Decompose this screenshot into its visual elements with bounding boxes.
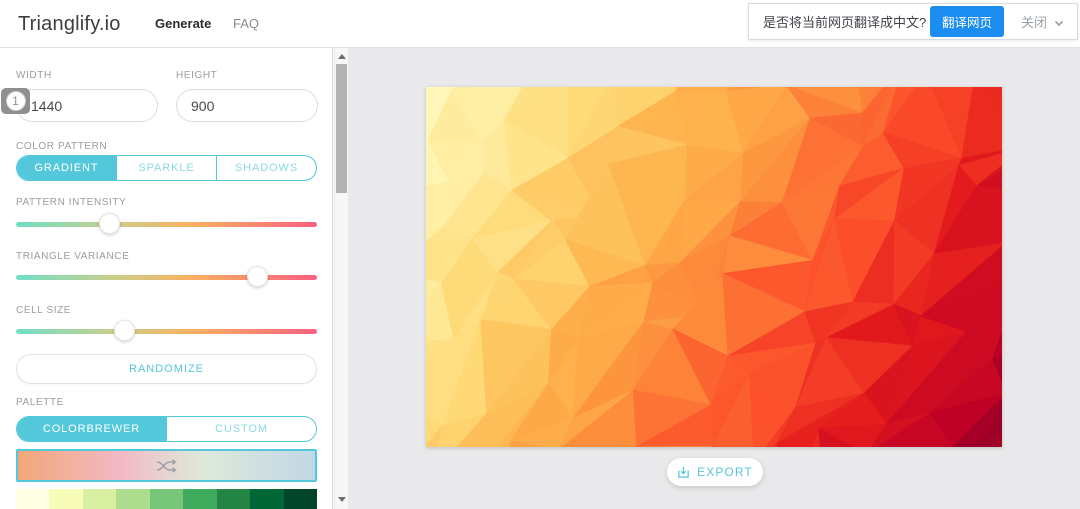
translate-close-button[interactable]: 关闭	[1021, 12, 1047, 31]
settings-sidebar: WIDTH HEIGHT COLOR PATTERN GRADIENTSPARK…	[0, 48, 333, 509]
segment-option-custom[interactable]: CUSTOM	[166, 417, 316, 441]
palette-label: PALETTE	[16, 397, 64, 408]
nav-tab-generate[interactable]: Generate	[155, 0, 211, 48]
cell-size-slider-track[interactable]	[16, 329, 317, 334]
color-pattern-label: COLOR PATTERN	[16, 141, 108, 152]
translate-message: 是否将当前网页翻译成中文?	[763, 15, 927, 30]
scroll-up-arrow-icon[interactable]	[335, 50, 348, 63]
palette-preview-bar[interactable]	[16, 449, 317, 482]
height-input[interactable]	[176, 89, 318, 122]
palette-swatch[interactable]	[82, 489, 117, 509]
nav-tab-faq[interactable]: FAQ	[233, 0, 259, 48]
palette-segmented-control: COLORBREWER CUSTOM	[16, 416, 317, 442]
height-label: HEIGHT	[176, 70, 218, 81]
palette-swatch[interactable]	[16, 489, 50, 509]
palette-swatch[interactable]	[250, 489, 284, 509]
triangle-variance-slider	[16, 265, 317, 289]
pattern-intensity-slider	[16, 212, 317, 236]
pattern-intensity-label: PATTERN INTENSITY	[16, 197, 127, 208]
palette-swatch[interactable]	[49, 489, 83, 509]
palette-swatch[interactable]	[149, 489, 184, 509]
color-pattern-segmented-control: GRADIENT SPARKLE SHADOWS	[16, 155, 317, 181]
width-input[interactable]	[16, 89, 158, 122]
randomize-button[interactable]: RANDOMIZE	[16, 354, 317, 384]
site-logo[interactable]: Trianglify.io	[18, 0, 121, 48]
scrollbar-thumb[interactable]	[336, 64, 347, 193]
shuffle-icon	[156, 458, 177, 473]
palette-swatch[interactable]	[183, 489, 217, 509]
segment-option-colorbrewer[interactable]: COLORBREWER	[17, 417, 166, 441]
triangle-variance-label: TRIANGLE VARIANCE	[16, 251, 130, 262]
preview-area: EXPORT	[348, 48, 1080, 509]
trianglify-canvas	[426, 87, 1002, 447]
sidebar-scrollbar[interactable]	[334, 48, 348, 509]
width-label: WIDTH	[16, 70, 52, 81]
trianglify-app: Trianglify.io Generate FAQ 是否将当前网页翻译成中文?…	[0, 0, 1080, 509]
cell-size-slider-handle[interactable]	[114, 320, 136, 341]
cell-size-label: CELL SIZE	[16, 305, 72, 316]
pattern-intensity-slider-handle[interactable]	[99, 213, 121, 234]
segment-option-sparkle[interactable]: SPARKLE	[116, 156, 216, 180]
translate-page-button[interactable]: 翻译网页	[929, 6, 1004, 37]
export-button[interactable]: EXPORT	[667, 458, 763, 486]
palette-swatch[interactable]	[283, 489, 317, 509]
chevron-down-icon[interactable]	[1053, 16, 1065, 28]
annotation-badge-number: 1	[5, 91, 26, 111]
segment-option-shadows[interactable]: SHADOWS	[216, 156, 316, 180]
colorbrewer-swatch-row	[16, 489, 317, 509]
cell-size-slider	[16, 319, 317, 343]
triangle-variance-slider-track[interactable]	[16, 275, 317, 280]
scroll-down-arrow-icon[interactable]	[335, 493, 348, 506]
download-icon	[678, 466, 689, 478]
segment-option-gradient[interactable]: GRADIENT	[17, 156, 116, 180]
triangle-variance-slider-handle[interactable]	[246, 266, 268, 287]
export-button-label: EXPORT	[697, 465, 753, 479]
pattern-intensity-slider-track[interactable]	[16, 222, 317, 227]
translate-prompt-bar: 是否将当前网页翻译成中文? 翻译网页 关闭	[748, 3, 1078, 40]
annotation-badge: 1	[1, 88, 30, 114]
palette-swatch[interactable]	[216, 489, 251, 509]
palette-swatch[interactable]	[116, 489, 150, 509]
